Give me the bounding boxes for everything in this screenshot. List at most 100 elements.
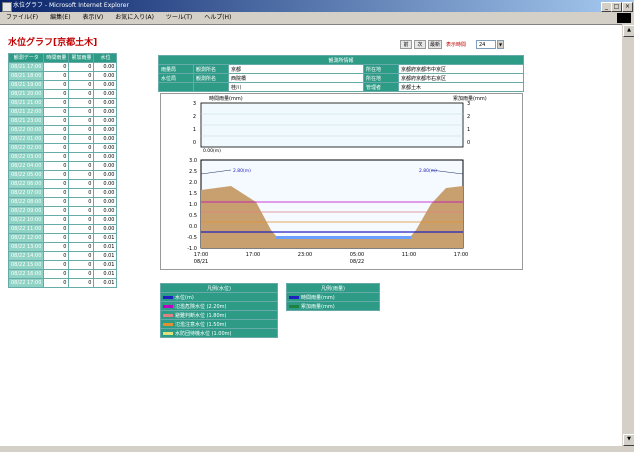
latest-button[interactable]: 最新 <box>428 40 442 49</box>
info-cell: 京都土木 <box>398 82 524 92</box>
legend-swatch <box>163 313 173 317</box>
legend-item-cell: 氾濫注意水位 (1.50m) <box>160 319 278 329</box>
cell-hourly-rain: 0 <box>43 224 70 234</box>
level-y-tick-label: 1.0 <box>189 202 197 208</box>
cell-water-level: 0.00 <box>93 89 118 99</box>
cell-time[interactable]: 08/22 12:00 <box>7 233 45 243</box>
cell-hourly-rain: 0 <box>43 161 70 171</box>
cell-time[interactable]: 08/21 21:00 <box>7 98 45 108</box>
legend-swatch <box>163 295 173 299</box>
col-header-time: 観測データ <box>7 53 45 63</box>
legend-level-header: 凡例(水位) <box>160 283 278 293</box>
menu-help[interactable]: ヘルプ(H) <box>204 12 231 24</box>
menu-favorites[interactable]: お気に入り(A) <box>115 12 154 24</box>
cell-water-level: 0.00 <box>93 188 118 198</box>
info-cell: 西院橋 <box>228 73 364 83</box>
cell-cumulative-rain: 0 <box>68 125 95 135</box>
cell-cumulative-rain: 0 <box>68 89 95 99</box>
cell-time[interactable]: 08/22 08:00 <box>7 197 45 207</box>
legend-swatch <box>163 331 173 335</box>
maximize-button[interactable]: □ <box>611 2 622 12</box>
rain-left-axis-label: 時間雨量(mm) <box>209 95 243 102</box>
table-row: 08/22 02:00 0 0 0.00 <box>7 143 118 153</box>
info-cell <box>193 82 229 92</box>
cell-water-level: 0.01 <box>93 260 118 270</box>
menu-view[interactable]: 表示(V) <box>82 12 103 24</box>
table-row: 08/21 23:00 0 0 0.00 <box>7 116 118 126</box>
cell-water-level: 0.00 <box>93 197 118 207</box>
menu-file[interactable]: ファイル(F) <box>6 12 38 24</box>
cell-time[interactable]: 08/22 01:00 <box>7 134 45 144</box>
cell-time[interactable]: 08/22 11:00 <box>7 224 45 234</box>
ie-icon <box>2 2 12 12</box>
interval-select[interactable]: 24 <box>476 40 496 49</box>
table-row: 08/21 21:00 0 0 0.00 <box>7 98 118 108</box>
scroll-down-icon[interactable]: ▼ <box>623 434 634 446</box>
legend-item: 累加雨量(mm) <box>286 301 380 311</box>
cell-time[interactable]: 08/22 13:00 <box>7 242 45 252</box>
legend-item: 水位(m) <box>160 292 278 302</box>
level-y-tick-label: 0.0 <box>189 224 197 230</box>
chevron-down-icon[interactable]: ▼ <box>497 40 504 49</box>
cell-water-level: 0.00 <box>93 125 118 135</box>
cell-time[interactable]: 08/22 02:00 <box>7 143 45 153</box>
menu-tools[interactable]: ツール(T) <box>166 12 192 24</box>
next-button[interactable]: 次 <box>414 40 426 49</box>
level-x-tick-label: 05:00 <box>350 252 364 258</box>
cell-hourly-rain: 0 <box>43 143 70 153</box>
level-x-tick-label: 17:00 <box>194 252 208 258</box>
rain-left-tick-label: 0 <box>193 140 196 146</box>
cell-time[interactable]: 08/22 00:00 <box>7 125 45 135</box>
cell-time[interactable]: 08/22 07:00 <box>7 188 45 198</box>
legend-label: 氾濫危険水位 (2.20m) <box>175 303 227 310</box>
scroll-up-icon[interactable]: ▲ <box>623 25 634 37</box>
cell-time[interactable]: 08/21 19:00 <box>7 80 45 90</box>
water-surface <box>276 236 411 239</box>
cell-hourly-rain: 0 <box>43 179 70 189</box>
cell-time[interactable]: 08/22 04:00 <box>7 161 45 171</box>
legend-label: 氾濫注意水位 (1.50m) <box>175 321 227 328</box>
prev-button[interactable]: 前 <box>400 40 412 49</box>
cell-time[interactable]: 08/22 09:00 <box>7 206 45 216</box>
cell-time[interactable]: 08/21 23:00 <box>7 116 45 126</box>
legend-item: 氾濫注意水位 (1.50m) <box>160 319 278 329</box>
table-row: 08/21 19:00 0 0 0.00 <box>7 80 118 90</box>
cell-time[interactable]: 08/22 10:00 <box>7 215 45 225</box>
cell-time[interactable]: 08/22 17:00 <box>7 278 45 288</box>
cell-cumulative-rain: 0 <box>68 260 95 270</box>
rain-left-tick-label: 3 <box>193 101 196 107</box>
close-button[interactable]: × <box>622 2 633 12</box>
vertical-scrollbar[interactable]: ▲ ▼ <box>622 24 634 446</box>
cell-time[interactable]: 08/21 20:00 <box>7 89 45 99</box>
cell-hourly-rain: 0 <box>43 98 70 108</box>
cell-time[interactable]: 08/22 03:00 <box>7 152 45 162</box>
legend-swatch <box>163 304 173 308</box>
cell-water-level: 0.00 <box>93 143 118 153</box>
cell-time[interactable]: 08/22 14:00 <box>7 251 45 261</box>
cell-water-level: 0.00 <box>93 152 118 162</box>
legend-label: 水防団待機水位 (1.00m) <box>175 330 232 337</box>
cell-time[interactable]: 08/22 06:00 <box>7 179 45 189</box>
cell-cumulative-rain: 0 <box>68 134 95 144</box>
menu-edit[interactable]: 編集(E) <box>50 12 70 24</box>
cell-cumulative-rain: 0 <box>68 206 95 216</box>
cell-time[interactable]: 08/21 22:00 <box>7 107 45 117</box>
table-row: 08/21 22:00 0 0 0.00 <box>7 107 118 117</box>
cell-time[interactable]: 08/22 05:00 <box>7 170 45 180</box>
cell-hourly-rain: 0 <box>43 62 70 72</box>
cell-cumulative-rain: 0 <box>68 107 95 117</box>
cell-water-level: 0.00 <box>93 224 118 234</box>
table-row: 08/21 20:00 0 0 0.00 <box>7 89 118 99</box>
legend-label: 累加雨量(mm) <box>301 303 335 310</box>
cell-water-level: 0.00 <box>93 206 118 216</box>
cell-water-level: 0.00 <box>93 62 118 72</box>
cell-water-level: 0.01 <box>93 242 118 252</box>
legend-water-level: 凡例(水位) 水位(m) 氾濫危険水位 (2.20m) 避難判断水位 (1.80m)… <box>160 283 278 338</box>
cell-time[interactable]: 08/22 15:00 <box>7 260 45 270</box>
cell-time[interactable]: 08/21 17:00 <box>7 62 45 72</box>
cell-time[interactable]: 08/21 18:00 <box>7 71 45 81</box>
cell-time[interactable]: 08/22 16:00 <box>7 269 45 279</box>
cell-hourly-rain: 0 <box>43 206 70 216</box>
cell-hourly-rain: 0 <box>43 260 70 270</box>
legend-swatch <box>289 295 299 299</box>
